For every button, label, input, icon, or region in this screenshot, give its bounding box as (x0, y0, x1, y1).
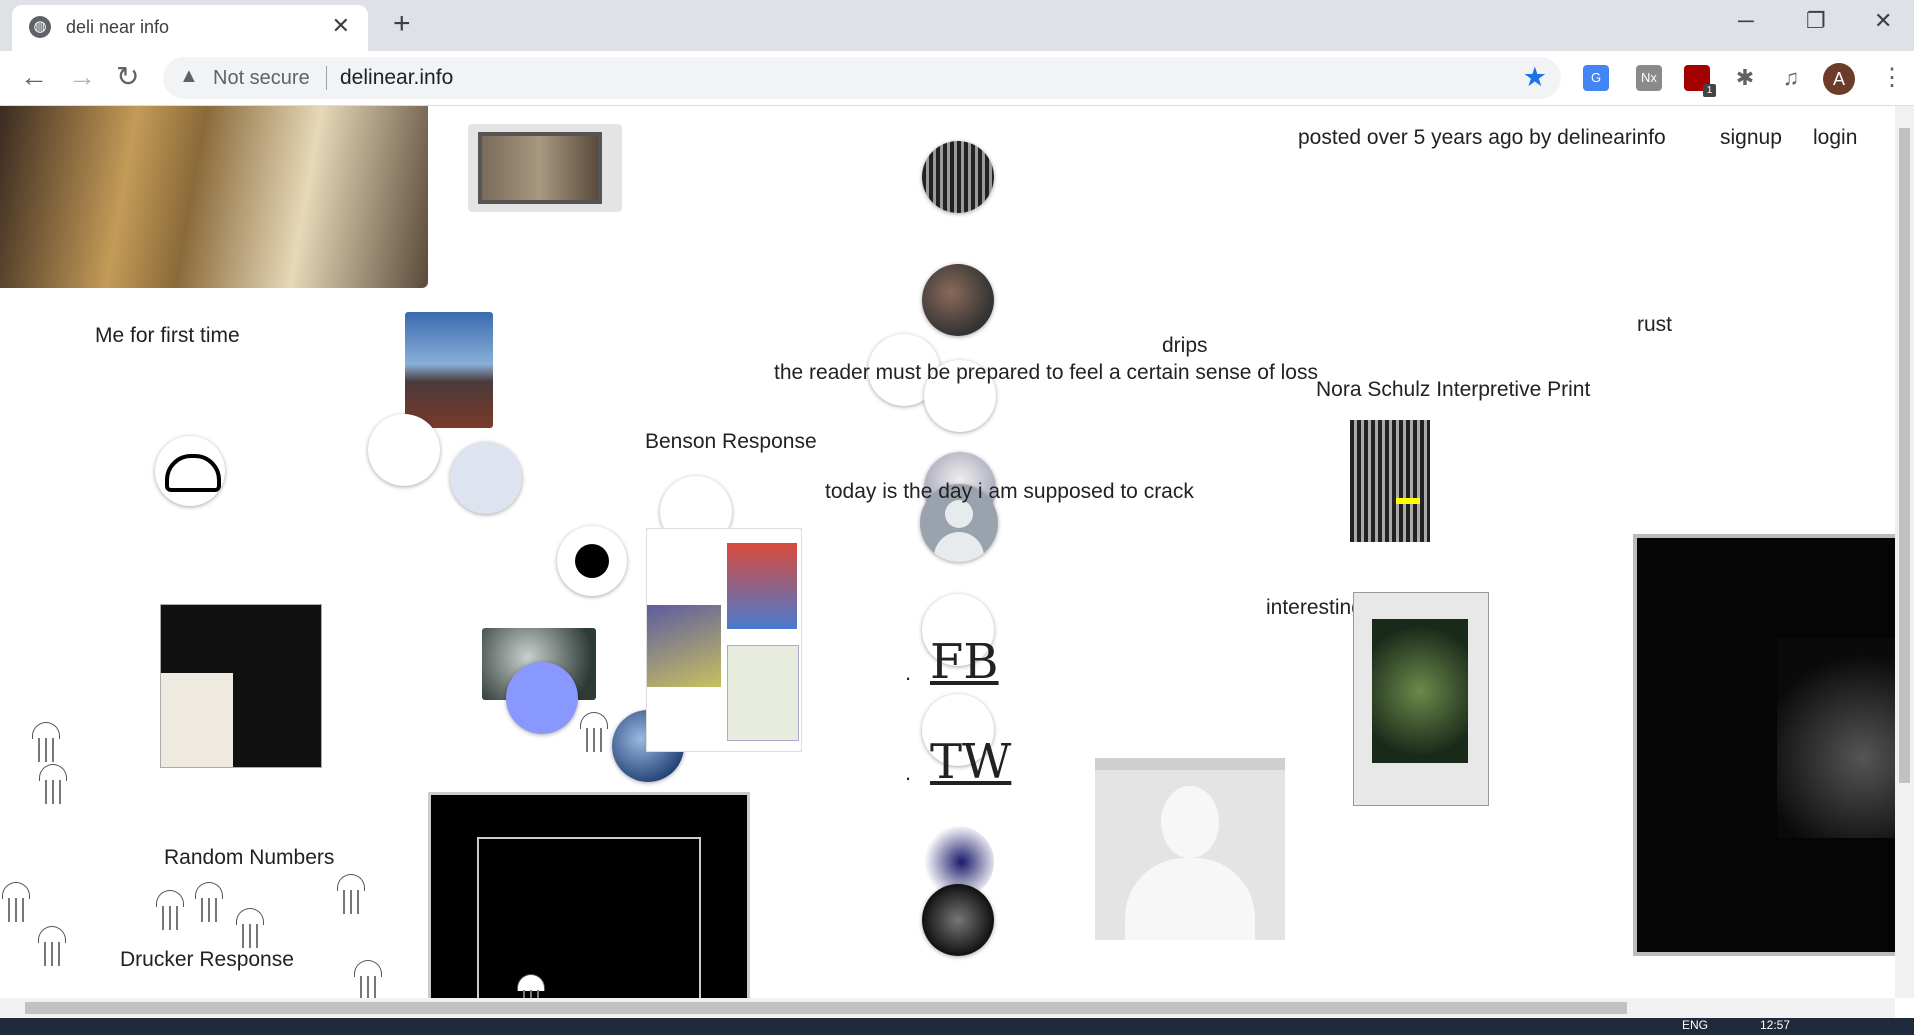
restore-icon[interactable]: ❐ (1806, 6, 1826, 36)
jellyfish-icon (578, 712, 608, 754)
close-tab-icon[interactable]: ✕ (332, 13, 350, 39)
jellyfish-icon (193, 882, 223, 924)
jellyfish-icon (36, 926, 66, 968)
security-label[interactable]: Not secure (213, 67, 310, 90)
post-benson-response[interactable]: Benson Response (645, 430, 817, 454)
bullet: . (905, 760, 912, 785)
post-me-first-time[interactable]: Me for first time (95, 324, 240, 348)
bullet: . (905, 660, 912, 685)
nx-extension-icon[interactable]: Nx (1636, 65, 1662, 91)
vertical-scrollbar[interactable] (1895, 106, 1914, 998)
post-random-numbers[interactable]: Random Numbers (164, 846, 334, 870)
window-close-icon[interactable]: ✕ (1874, 6, 1892, 36)
signup-link[interactable]: signup (1720, 126, 1782, 150)
minimize-icon[interactable]: ─ (1738, 6, 1754, 36)
post-rust[interactable]: rust (1637, 313, 1672, 337)
jellyfish-icon (0, 882, 30, 924)
omnibox-divider (326, 66, 327, 90)
puzzle-extensions-icon[interactable]: ✱ (1732, 65, 1758, 91)
translate-extension-icon[interactable]: G (1583, 65, 1609, 91)
horizontal-scroll-thumb[interactable] (25, 1002, 1627, 1014)
video-thumbnail[interactable] (0, 106, 428, 288)
menu-kebab-icon[interactable]: ⋮ (1880, 63, 1904, 92)
post-nora-schulz[interactable]: Nora Schulz Interpretive Print (1316, 378, 1590, 402)
post-today-crack[interactable]: today is the day i am supposed to crack (825, 480, 1194, 504)
post-reader-loss[interactable]: the reader must be prepared to feel a ce… (774, 361, 1318, 385)
jellyfish-icon (352, 960, 382, 998)
tw-link[interactable]: TW (930, 734, 1011, 790)
tab-title: deli near info (66, 17, 170, 37)
clock[interactable]: 12:57 (1760, 1018, 1790, 1032)
3d-bust-thumbnail[interactable] (1095, 758, 1285, 940)
drawings-collage-thumbnail[interactable] (646, 528, 802, 752)
jellyfish-icon (515, 974, 545, 998)
new-tab-icon[interactable]: + (393, 8, 411, 40)
plant-frame-thumbnail[interactable] (1353, 592, 1489, 806)
post-drips[interactable]: drips (1162, 334, 1208, 358)
building-circle-image[interactable] (922, 141, 994, 213)
dark-texture-circle-image[interactable] (922, 884, 994, 956)
vertical-scroll-thumb[interactable] (1899, 128, 1910, 783)
os-taskbar: ENG 12:57 (0, 1018, 1914, 1035)
industrial-photo-thumbnail[interactable] (405, 312, 493, 428)
back-icon[interactable]: ← (20, 62, 48, 92)
extension-badge: 1 (1703, 84, 1716, 97)
black-painting-thumbnail[interactable] (160, 604, 322, 768)
blue-grid-circle-image[interactable] (506, 662, 578, 734)
jellyfish-icon (30, 722, 60, 764)
page-canvas: posted over 5 years ago by delinearinfo … (0, 106, 1895, 998)
building-print-thumbnail[interactable] (1350, 420, 1430, 542)
profile-avatar[interactable]: A (1823, 63, 1855, 95)
globe-icon: ◍ (29, 16, 51, 38)
croissant-icon[interactable] (155, 436, 225, 506)
tab-strip: ◍ deli near info ✕ + ─ ❐ ✕ (0, 0, 1914, 51)
empty-circle[interactable] (368, 414, 440, 486)
browser-tab[interactable]: ◍ deli near info ✕ (12, 5, 368, 51)
reload-icon[interactable]: ↻ (116, 62, 139, 92)
language-indicator[interactable]: ENG (1682, 1018, 1708, 1032)
post-drucker-response[interactable]: Drucker Response (120, 948, 294, 972)
jellyfish-icon (154, 890, 184, 932)
bookmark-star-icon[interactable]: ★ (1523, 62, 1547, 93)
ublock-extension-icon[interactable]: 1 (1684, 65, 1716, 97)
posted-info: posted over 5 years ago by delinearinfo (1298, 126, 1666, 149)
jellyfish-icon (37, 764, 67, 806)
diagram-circle-image[interactable] (450, 442, 522, 514)
framed-photo-thumbnail[interactable] (468, 124, 622, 212)
flower-icon[interactable] (557, 526, 627, 596)
fb-link[interactable]: FB (930, 634, 999, 690)
jellyfish-icon (234, 908, 264, 950)
warning-icon: ▲ (179, 65, 199, 87)
black-frame-artwork-thumbnail[interactable] (428, 792, 750, 998)
login-link[interactable]: login (1813, 126, 1857, 150)
forward-icon[interactable]: → (68, 62, 96, 92)
jellyfish-icon (335, 874, 365, 916)
media-controls-icon[interactable]: ♫ (1778, 65, 1804, 91)
horizontal-scrollbar[interactable] (0, 998, 1895, 1018)
camera-collage-circle[interactable] (922, 264, 994, 336)
browser-toolbar: ← → ↻ ▲ Not secure delinear.info ★ G Nx … (0, 51, 1914, 106)
address-bar[interactable]: ▲ Not secure delinear.info ★ (163, 57, 1561, 99)
elephant-video-thumbnail[interactable] (1633, 534, 1895, 956)
url-text[interactable]: delinear.info (340, 66, 453, 90)
